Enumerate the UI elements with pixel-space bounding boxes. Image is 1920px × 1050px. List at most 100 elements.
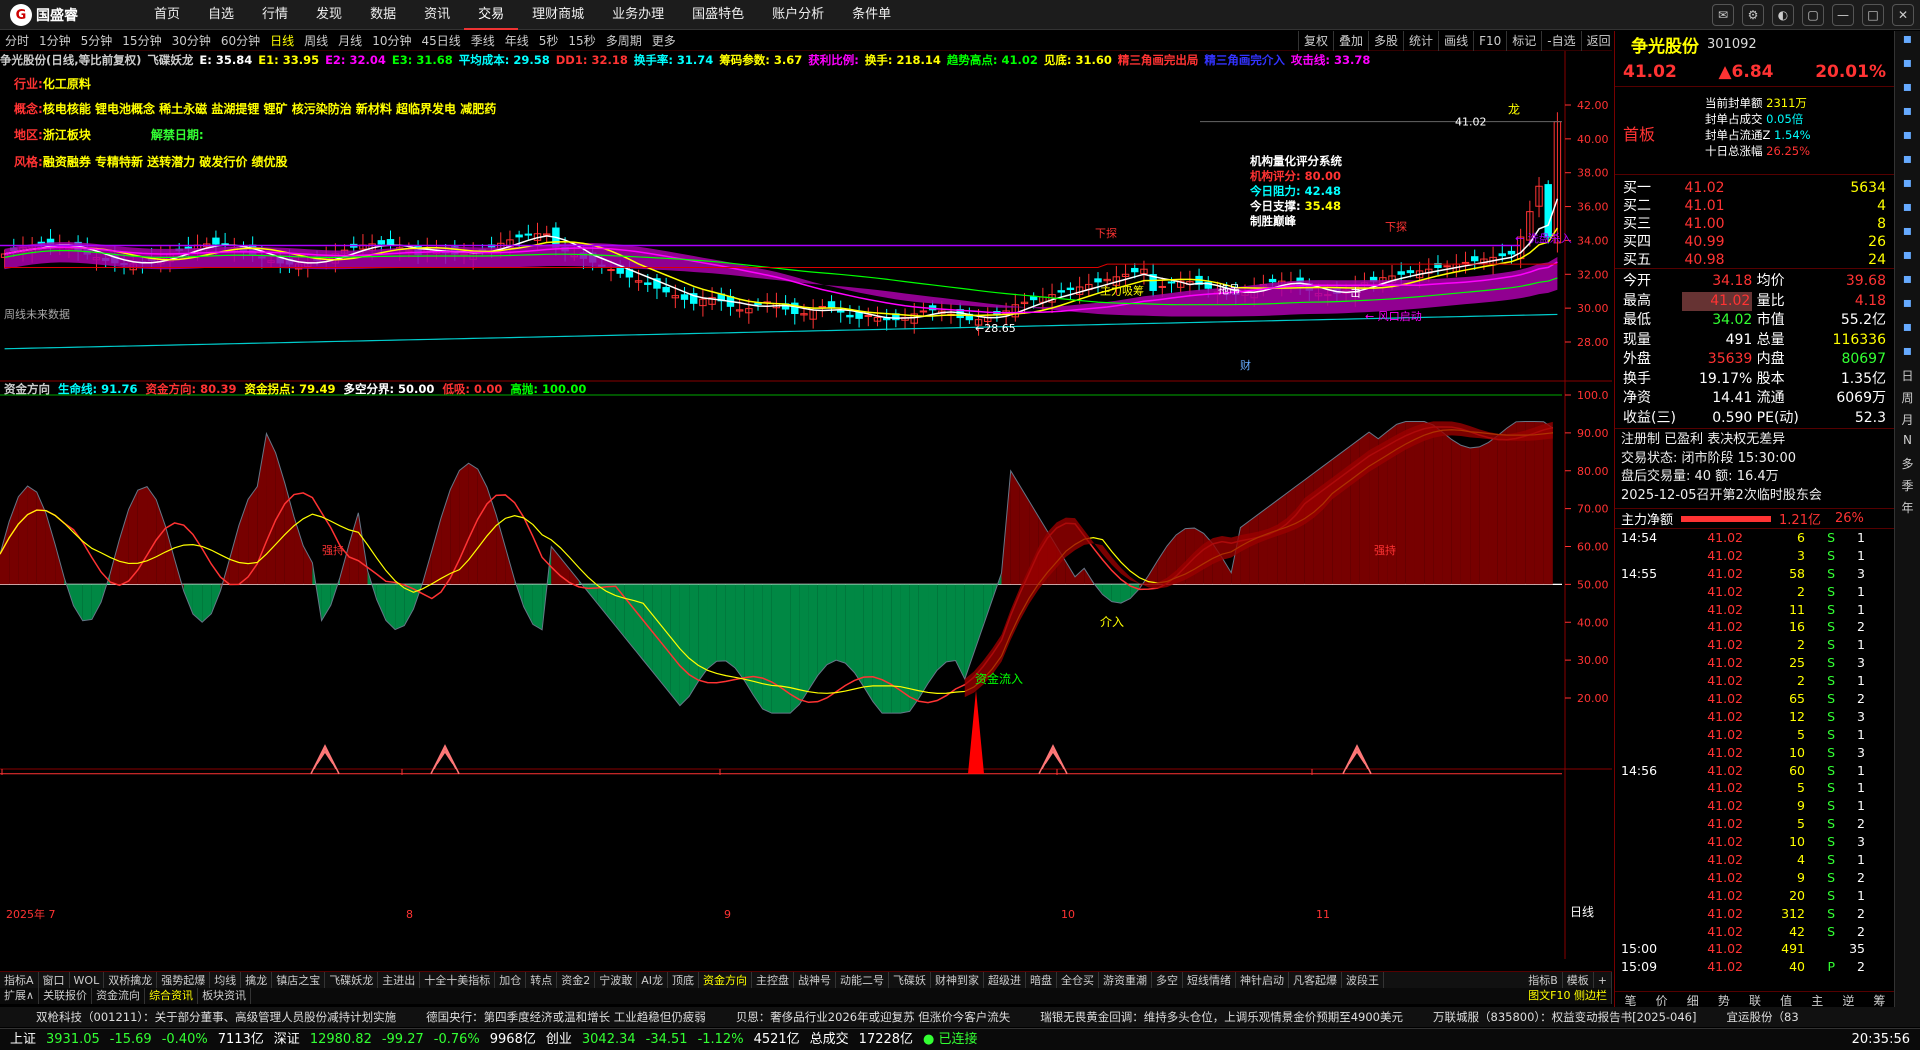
info-tab-4[interactable]: 板块资讯 bbox=[198, 988, 252, 1004]
news-item[interactable]: 贝恩：奢侈品行业2026年或迎复苏 但涨价今客户流失 bbox=[736, 1007, 1010, 1027]
sidebar-tool-icon[interactable]: ▪ bbox=[1895, 151, 1920, 175]
indicator-tab-24[interactable]: 暗盘 bbox=[1026, 972, 1057, 988]
menu-item-3[interactable]: 发现 bbox=[302, 0, 356, 30]
indicator-tab-right-1[interactable]: 模板 bbox=[1563, 972, 1594, 988]
indicator-tab-3[interactable]: 双桥擒龙 bbox=[104, 972, 158, 988]
indicator-tab-19[interactable]: 战神号 bbox=[794, 972, 836, 988]
indicator-tab-16[interactable]: 顶底 bbox=[668, 972, 699, 988]
sidebar-period-0[interactable]: 日 bbox=[1895, 367, 1920, 389]
period-7[interactable]: 周线 bbox=[299, 31, 333, 50]
sidebar-tool-icon[interactable]: ▪ bbox=[1895, 127, 1920, 151]
indicator-tab-10[interactable]: 十全十美指标 bbox=[420, 972, 496, 988]
period-6[interactable]: 日线 bbox=[265, 31, 299, 50]
indicator-tab-0[interactable]: 指标A bbox=[0, 972, 39, 988]
period-13[interactable]: 5秒 bbox=[534, 31, 564, 50]
sidebar-period-1[interactable]: 周 bbox=[1895, 389, 1920, 411]
menu-item-10[interactable]: 账户分析 bbox=[758, 0, 838, 30]
sidebar-tool-icon[interactable]: ▪ bbox=[1895, 295, 1920, 319]
menu-item-1[interactable]: 自选 bbox=[194, 0, 248, 30]
menu-item-11[interactable]: 条件单 bbox=[838, 0, 905, 30]
tick-list[interactable]: 14:54 41.02 6 S 1 41.02 3 S 1 14:55 41.02 58 S 3 41.02… bbox=[1615, 529, 1894, 976]
period-4[interactable]: 30分钟 bbox=[167, 31, 216, 50]
chart-tool-0[interactable]: 复权 bbox=[1298, 31, 1333, 51]
indicator-tab-25[interactable]: 全仓买 bbox=[1057, 972, 1099, 988]
period-0[interactable]: 分时 bbox=[0, 31, 34, 50]
sidebar-tool-icon[interactable]: ▪ bbox=[1895, 247, 1920, 271]
minimize-icon[interactable]: — bbox=[1832, 4, 1854, 26]
chart-tool-4[interactable]: 画线 bbox=[1438, 31, 1473, 51]
sidebar-tool-icon[interactable]: ▪ bbox=[1895, 31, 1920, 55]
skin-icon[interactable]: ◐ bbox=[1772, 4, 1794, 26]
sidebar-period-6[interactable]: 年 bbox=[1895, 499, 1920, 521]
sidebar-period-2[interactable]: 月 bbox=[1895, 411, 1920, 433]
message-icon[interactable]: ✉ bbox=[1712, 4, 1734, 26]
info-tab-0[interactable]: 扩展∧ bbox=[0, 988, 40, 1004]
chart-tool-6[interactable]: 标记 bbox=[1506, 31, 1541, 51]
window-icon[interactable]: ▢ bbox=[1802, 4, 1824, 26]
menu-item-4[interactable]: 数据 bbox=[356, 0, 410, 30]
chart-tool-2[interactable]: 多股 bbox=[1368, 31, 1403, 51]
sidebar-tool-icon[interactable]: ▪ bbox=[1895, 79, 1920, 103]
news-item[interactable]: 双枪科技（001211）：关于部分董事、高级管理人员股份减持计划实施 bbox=[36, 1007, 396, 1027]
indicator-tab-31[interactable]: 波段王 bbox=[1342, 972, 1384, 988]
indicator-tab-17[interactable]: 资金方向 bbox=[699, 972, 752, 988]
news-ticker[interactable]: 双枪科技（001211）：关于部分董事、高级管理人员股份减持计划实施 德国央行：第… bbox=[0, 1007, 1920, 1027]
indicator-tab-14[interactable]: 宁波敢 bbox=[595, 972, 638, 988]
menu-item-7[interactable]: 理财商城 bbox=[518, 0, 598, 30]
period-14[interactable]: 15秒 bbox=[563, 31, 600, 50]
period-12[interactable]: 年线 bbox=[500, 31, 534, 50]
chart-tool-7[interactable]: -自选 bbox=[1541, 31, 1580, 51]
indicator-tab-9[interactable]: 主进出 bbox=[378, 972, 421, 988]
menu-item-8[interactable]: 业务办理 bbox=[598, 0, 678, 30]
news-item[interactable]: 德国央行：第四季度经济或温和增长 工业趋稳但仍疲弱 bbox=[426, 1007, 706, 1027]
period-16[interactable]: 更多 bbox=[647, 31, 681, 50]
indicator-tab-8[interactable]: 飞碟妖龙 bbox=[325, 972, 379, 988]
info-tab-1[interactable]: 关联报价 bbox=[39, 988, 93, 1004]
info-tab-2[interactable]: 资金流向 bbox=[92, 988, 146, 1004]
news-item[interactable]: 宜运股份（83 bbox=[1727, 1007, 1799, 1027]
indicator-tab-right-0[interactable]: 指标B bbox=[1524, 972, 1563, 988]
indicator-tab-12[interactable]: 转点 bbox=[526, 972, 558, 988]
indicator-tab-15[interactable]: AI龙 bbox=[637, 972, 668, 988]
chart-tool-8[interactable]: 返回 bbox=[1580, 31, 1616, 51]
indicator-tab-right-2[interactable]: + bbox=[1594, 972, 1612, 988]
indicator-tab-29[interactable]: 神针启动 bbox=[1236, 972, 1289, 988]
indicator-tab-18[interactable]: 主控盘 bbox=[752, 972, 794, 988]
menu-item-9[interactable]: 国盛特色 bbox=[678, 0, 758, 30]
indicator-tab-5[interactable]: 均线 bbox=[210, 972, 242, 988]
indicator-tab-1[interactable]: 窗口 bbox=[39, 972, 70, 988]
indicator-tab-7[interactable]: 镇店之宝 bbox=[272, 972, 326, 988]
sidebar-tool-icon[interactable]: ▪ bbox=[1895, 343, 1920, 367]
period-8[interactable]: 月线 bbox=[333, 31, 367, 50]
menu-item-5[interactable]: 资讯 bbox=[410, 0, 464, 30]
news-item[interactable]: 万联城服（835800）：权益变动报告书[2025-046] bbox=[1433, 1007, 1697, 1027]
sidebar-tool-icon[interactable]: ▪ bbox=[1895, 271, 1920, 295]
close-icon[interactable]: ✕ bbox=[1892, 4, 1914, 26]
maximize-icon[interactable]: □ bbox=[1862, 4, 1884, 26]
indicator-tab-30[interactable]: 凡客起爆 bbox=[1289, 972, 1342, 988]
period-9[interactable]: 10分钟 bbox=[367, 31, 416, 50]
news-item[interactable]: 瑞银无畏黄金回调：维持多头仓位，上调乐观情景金价预期至4900美元 bbox=[1040, 1007, 1403, 1027]
period-2[interactable]: 5分钟 bbox=[76, 31, 118, 50]
sidebar-tool-icon[interactable]: ▪ bbox=[1895, 175, 1920, 199]
period-10[interactable]: 45日线 bbox=[416, 31, 465, 50]
indicator-tab-4[interactable]: 强势起爆 bbox=[157, 972, 211, 988]
menu-item-2[interactable]: 行情 bbox=[248, 0, 302, 30]
indicator-tab-6[interactable]: 擒龙 bbox=[241, 972, 273, 988]
indicator-tab-21[interactable]: 飞碟妖 bbox=[889, 972, 931, 988]
indicator-tab-13[interactable]: 资金2 bbox=[557, 972, 596, 988]
kline-chart[interactable]: 42.00 40.00 38.00 36.00 34.00 32.00 30.00 28.00… bbox=[0, 51, 1612, 959]
indicator-tab-11[interactable]: 加仓 bbox=[495, 972, 527, 988]
chart-area[interactable]: 42.00 40.00 38.00 36.00 34.00 32.00 30.00 28.00… bbox=[0, 51, 1612, 959]
period-5[interactable]: 60分钟 bbox=[216, 31, 265, 50]
sidebar-period-4[interactable]: 多 bbox=[1895, 455, 1920, 477]
period-3[interactable]: 15分钟 bbox=[117, 31, 166, 50]
sidebar-tool-icon[interactable]: ▪ bbox=[1895, 223, 1920, 247]
indicator-tab-26[interactable]: 游资重潮 bbox=[1099, 972, 1152, 988]
chart-tool-3[interactable]: 统计 bbox=[1403, 31, 1438, 51]
period-11[interactable]: 季线 bbox=[466, 31, 500, 50]
indicator-tab-23[interactable]: 超级进 bbox=[984, 972, 1026, 988]
period-1[interactable]: 1分钟 bbox=[34, 31, 76, 50]
sidebar-tool-icon[interactable]: ▪ bbox=[1895, 55, 1920, 79]
sidebar-period-3[interactable]: N bbox=[1895, 433, 1920, 455]
